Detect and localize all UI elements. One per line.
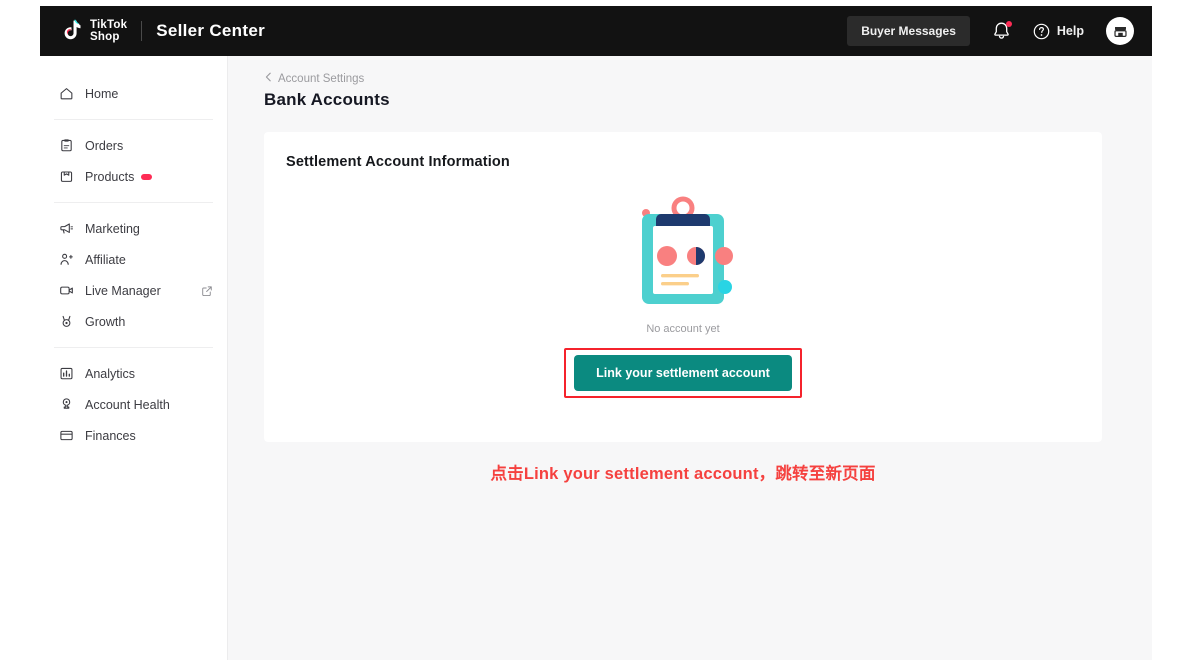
wordmark-line-2: Shop bbox=[90, 31, 120, 43]
sidebar-divider bbox=[54, 202, 213, 203]
empty-state-text: No account yet bbox=[646, 323, 719, 335]
sidebar-item-home[interactable]: Home bbox=[40, 78, 227, 109]
notifications-button[interactable] bbox=[992, 21, 1011, 41]
products-box-icon bbox=[58, 169, 74, 185]
breadcrumb-label: Account Settings bbox=[278, 73, 364, 85]
sidebar-nav: Home Orders bbox=[40, 56, 228, 660]
top-header: TikTok Shop Seller Center Buyer Messages bbox=[40, 6, 1152, 56]
tiktok-note-icon bbox=[60, 18, 86, 44]
sidebar-item-label: Analytics bbox=[85, 367, 135, 381]
affiliate-people-icon bbox=[58, 252, 74, 268]
settlement-account-card: Settlement Account Information bbox=[264, 132, 1102, 442]
sidebar-item-orders[interactable]: Orders bbox=[40, 130, 227, 161]
sidebar-item-marketing[interactable]: Marketing bbox=[40, 213, 227, 244]
sidebar-item-live-manager[interactable]: Live Manager bbox=[40, 275, 227, 306]
buyer-messages-button[interactable]: Buyer Messages bbox=[847, 16, 970, 46]
annotation-text: 点击Link your settlement account，跳转至新页面 bbox=[490, 460, 875, 484]
sidebar-item-growth[interactable]: Growth bbox=[40, 306, 227, 337]
brand-divider bbox=[141, 21, 142, 41]
cta-highlight-box: Link your settlement account bbox=[564, 348, 802, 398]
sidebar-item-label: Finances bbox=[85, 429, 136, 443]
shop-avatar-icon bbox=[1112, 23, 1129, 40]
question-circle-icon bbox=[1033, 23, 1050, 40]
sidebar-group-growth: Marketing Affiliate bbox=[40, 207, 227, 343]
tiktok-shop-logo[interactable]: TikTok Shop bbox=[60, 18, 127, 44]
account-health-shield-icon bbox=[58, 397, 74, 413]
breadcrumb[interactable]: Account Settings bbox=[264, 72, 1102, 85]
help-button[interactable]: Help bbox=[1033, 23, 1084, 40]
sidebar-item-label: Growth bbox=[85, 315, 125, 329]
help-label: Help bbox=[1057, 24, 1084, 38]
orders-clipboard-icon bbox=[58, 138, 74, 154]
seller-center-app: TikTok Shop Seller Center Buyer Messages bbox=[40, 6, 1152, 660]
sidebar-item-products[interactable]: Products bbox=[40, 161, 227, 192]
sidebar-item-label: Account Health bbox=[85, 398, 170, 412]
products-badge-dot bbox=[141, 174, 152, 180]
sidebar-group-commerce: Orders Products bbox=[40, 124, 227, 198]
brand-area[interactable]: TikTok Shop Seller Center bbox=[60, 18, 265, 44]
sidebar-item-affiliate[interactable]: Affiliate bbox=[40, 244, 227, 275]
empty-state: No account yet Link your settlement acco… bbox=[264, 194, 1102, 398]
sidebar-item-label: Affiliate bbox=[85, 253, 126, 267]
finances-wallet-icon bbox=[58, 428, 74, 444]
sidebar-item-account-health[interactable]: Account Health bbox=[40, 389, 227, 420]
sidebar-item-label: Products bbox=[85, 170, 134, 184]
sidebar-item-label: Marketing bbox=[85, 222, 140, 236]
main-content: Account Settings Bank Accounts Settlemen… bbox=[228, 56, 1152, 660]
sidebar-item-label: Live Manager bbox=[85, 284, 161, 298]
avatar[interactable] bbox=[1106, 17, 1134, 45]
sidebar-item-finances[interactable]: Finances bbox=[40, 420, 227, 451]
sidebar-item-analytics[interactable]: Analytics bbox=[40, 358, 227, 389]
chevron-left-icon bbox=[264, 72, 273, 85]
header-actions: Buyer Messages Help bbox=[847, 16, 1134, 46]
app-name: Seller Center bbox=[156, 21, 265, 41]
notification-badge-dot bbox=[1006, 21, 1012, 27]
sidebar-divider bbox=[54, 119, 213, 120]
live-video-icon bbox=[58, 283, 74, 299]
wordmark-line-1: TikTok bbox=[90, 19, 127, 31]
sidebar-divider bbox=[54, 347, 213, 348]
growth-medal-icon bbox=[58, 314, 74, 330]
link-settlement-account-button[interactable]: Link your settlement account bbox=[574, 355, 792, 391]
sidebar-group-main: Home bbox=[40, 72, 227, 115]
card-title: Settlement Account Information bbox=[286, 154, 1102, 170]
home-icon bbox=[58, 86, 74, 102]
page-title: Bank Accounts bbox=[264, 90, 1102, 110]
sidebar-item-label: Orders bbox=[85, 139, 123, 153]
megaphone-icon bbox=[58, 221, 74, 237]
external-link-icon bbox=[201, 285, 213, 297]
analytics-bars-icon bbox=[58, 366, 74, 382]
sidebar-group-insights: Analytics Account Health bbox=[40, 352, 227, 457]
tiktok-shop-wordmark: TikTok Shop bbox=[90, 19, 127, 43]
sidebar-item-label: Home bbox=[85, 87, 118, 101]
empty-clipboard-illustration bbox=[628, 194, 738, 311]
annotation-row: 点击Link your settlement account，跳转至新页面 bbox=[264, 442, 1102, 484]
